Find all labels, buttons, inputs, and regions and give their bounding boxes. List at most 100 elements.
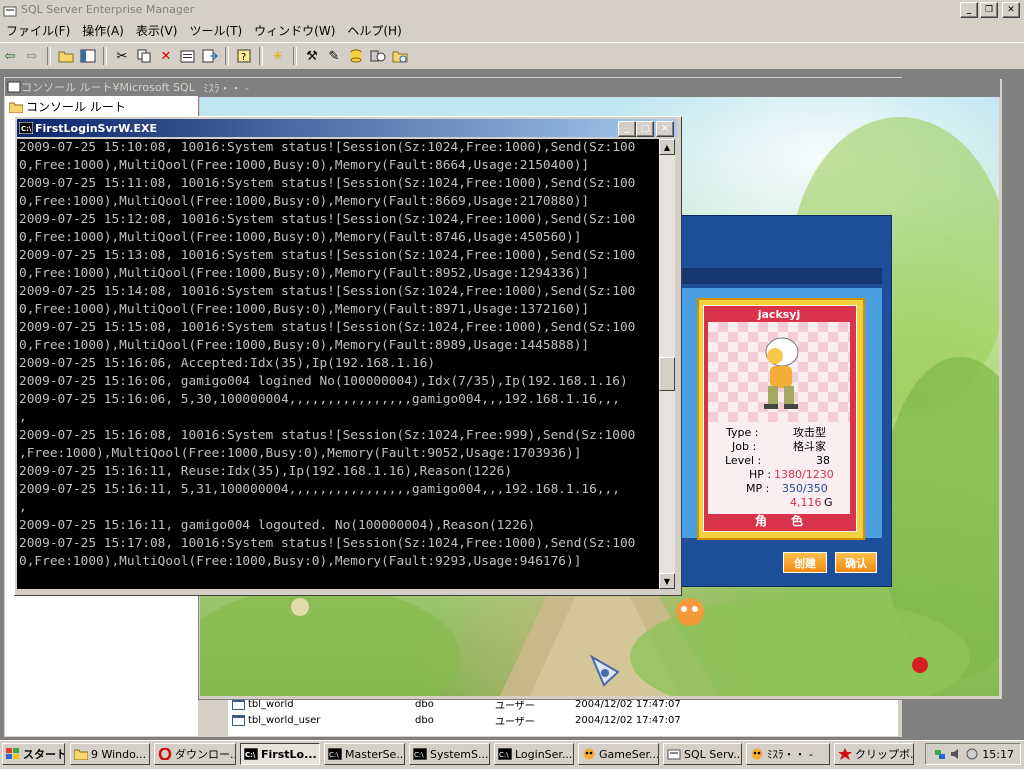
wizard-icon[interactable]: ⚒	[302, 46, 322, 66]
taskbar-item[interactable]: C:\ FirstLo...	[240, 743, 320, 765]
table-type: ユーザー	[495, 716, 535, 728]
app-title: SQL Server Enterprise Manager	[21, 3, 195, 16]
taskbar-item-label: FirstLo...	[261, 747, 317, 761]
menu-help[interactable]: ヘルプ(H)	[341, 22, 407, 39]
system-tray: 15:17	[925, 743, 1021, 765]
main-title-bar[interactable]: SQL Server Enterprise Manager _ ❐ ✕	[0, 0, 1024, 19]
show-tree-icon[interactable]	[78, 46, 98, 66]
cut-icon[interactable]: ✂	[112, 46, 132, 66]
taskbar-item[interactable]: ダウンロー...	[154, 743, 236, 765]
gold-amount: 4,116	[790, 496, 822, 509]
menu-view[interactable]: 表示(V)	[130, 22, 184, 39]
character-portrait	[708, 322, 850, 422]
table-created: 2004/12/02 17:47:07	[575, 714, 681, 726]
stat-level-value: 38	[816, 454, 830, 467]
back-arrow-icon[interactable]: ⇦	[0, 46, 20, 66]
toolbar: ⇦ ⇨ ✂ ✕ ? ✳ ⚒ ✎	[0, 42, 1024, 70]
game-icon	[582, 748, 596, 760]
network-icon[interactable]	[934, 748, 946, 760]
stat-type-label: Type :	[726, 426, 759, 439]
taskbar-item-label: クリップボ...	[855, 748, 914, 761]
taskbar-item-label: SQL Serv...	[684, 747, 742, 761]
table-name: tbl_world_user	[248, 714, 321, 726]
folder-icon	[73, 748, 89, 761]
query-analyzer-icon[interactable]: ✎	[324, 46, 344, 66]
scroll-thumb[interactable]	[659, 357, 675, 391]
stat-type-value: 攻击型	[793, 426, 826, 439]
character-card-footer: 角 色	[754, 514, 803, 528]
copy-icon[interactable]	[134, 46, 154, 66]
table-owner: dbo	[415, 698, 434, 710]
help-icon[interactable]: ?	[234, 46, 254, 66]
export-list-icon[interactable]	[200, 46, 220, 66]
console-icon: C:\	[243, 747, 259, 761]
tree-node-label: コンソール ルート	[26, 100, 126, 114]
server-register-icon[interactable]	[368, 46, 388, 66]
stat-hp-value: 1380/1230	[774, 468, 834, 481]
taskbar-item[interactable]: SQL Serv...	[663, 743, 742, 765]
console-log-text: 2009-07-25 15:10:08, 10016:System status…	[19, 140, 636, 569]
taskbar-item[interactable]: GameSer...	[578, 743, 659, 765]
taskbar-item-label: ダウンロー...	[175, 748, 236, 761]
delete-icon[interactable]: ✕	[156, 46, 176, 66]
menu-bar: ファイル(F) 操作(A) 表示(V) ツール(T) ウィンドウ(W) ヘルプ(…	[0, 19, 1024, 41]
table-name: tbl_world	[248, 698, 294, 710]
start-label: スタート	[23, 748, 65, 761]
close-button[interactable]: ✕	[1002, 2, 1020, 18]
volume-icon[interactable]	[950, 748, 962, 760]
menu-window[interactable]: ウィンドウ(W)	[248, 22, 341, 39]
maximize-button[interactable]: □	[636, 121, 654, 137]
minimize-button[interactable]: _	[618, 121, 636, 137]
stat-mp-label: MP :	[746, 482, 770, 495]
clipboard-icon	[838, 748, 852, 760]
menu-action[interactable]: 操作(A)	[76, 22, 130, 39]
taskbar-item[interactable]: C:\ SystemS...	[409, 743, 490, 765]
taskbar-item[interactable]: ﾐｽﾗ・・ -	[746, 743, 830, 765]
taskbar-item[interactable]: C:\ MasterSe...	[324, 743, 405, 765]
properties-icon[interactable]	[178, 46, 198, 66]
up-folder-icon[interactable]	[56, 46, 76, 66]
sql-server-app-icon	[3, 4, 17, 16]
new-item-star-icon[interactable]: ✳	[268, 46, 288, 66]
taskbar-item[interactable]: クリップボ...	[834, 743, 914, 765]
menu-file[interactable]: ファイル(F)	[0, 22, 76, 39]
taskbar-item-label: SystemS...	[430, 747, 489, 761]
minimize-button[interactable]: _	[960, 2, 978, 18]
gold-unit: G	[824, 496, 833, 509]
character-sprite	[764, 337, 799, 409]
console-window-icon	[7, 81, 21, 93]
close-button[interactable]: ✕	[656, 121, 674, 137]
toolbar-separator	[293, 47, 297, 65]
confirm-button[interactable]: 确认	[835, 552, 877, 573]
table-created: 2004/12/02 17:47:07	[575, 698, 681, 710]
vertical-scrollbar[interactable]: ▲ ▼	[659, 139, 675, 589]
stat-hp-label: HP :	[749, 468, 772, 481]
sql-agent-icon[interactable]	[966, 748, 978, 760]
tree-node-console-root[interactable]: コンソール ルート	[5, 96, 198, 117]
job-schedule-icon[interactable]	[390, 46, 410, 66]
panel-header-bar	[682, 268, 882, 284]
console-icon: C:\	[412, 747, 428, 761]
stat-job-label: Job :	[732, 440, 757, 453]
clock[interactable]: 15:17	[982, 748, 1014, 761]
stat-level-label: Level :	[725, 454, 762, 467]
game-window-title-bar[interactable]: ﾐｽﾗ・・ -	[199, 79, 1000, 97]
menu-tools[interactable]: ツール(T)	[183, 22, 248, 39]
taskbar-item[interactable]: C:\ LoginSer...	[494, 743, 574, 765]
scroll-down-button[interactable]: ▼	[659, 573, 675, 589]
start-button[interactable]: スタート	[2, 743, 65, 765]
taskbar-item-label: 9 Windo...	[91, 747, 147, 761]
cmd-title-bar[interactable]: C:\ FirstLoginSvrW.EXE _ □ ✕	[17, 119, 677, 137]
create-character-button[interactable]: 创建	[783, 552, 827, 573]
console-output[interactable]: 2009-07-25 15:10:08, 10016:System status…	[17, 139, 659, 589]
table-icon	[232, 698, 245, 710]
forward-arrow-icon[interactable]: ⇨	[22, 46, 42, 66]
database-icon[interactable]	[346, 46, 366, 66]
svg-text:C:\: C:\	[329, 751, 339, 759]
console-icon: C:\	[327, 747, 343, 761]
restore-button[interactable]: ❐	[980, 2, 998, 18]
taskbar-item[interactable]: 9 Windo...	[70, 743, 150, 765]
console-root-title: コンソール ルート¥Microsoft SQL Se	[21, 81, 213, 94]
table-row[interactable]: tbl_world_user dbo ユーザー 2004/12/02 17:47…	[232, 712, 681, 728]
scroll-up-button[interactable]: ▲	[659, 139, 675, 155]
